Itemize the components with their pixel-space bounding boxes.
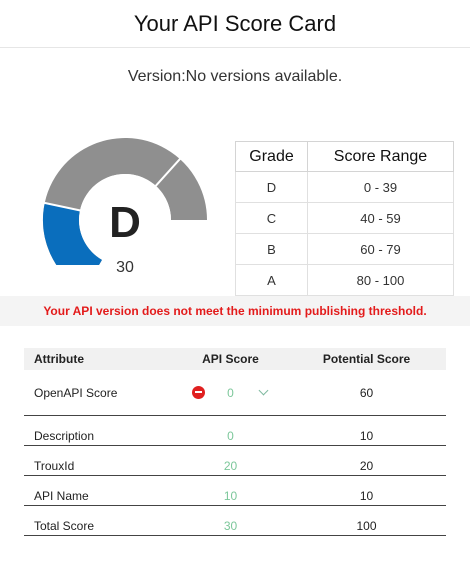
range-cell: 60 - 79	[307, 233, 454, 265]
potential-score: 10	[359, 428, 374, 443]
header: Your API Score Card	[0, 0, 470, 48]
version-line: Version:No versions available.	[0, 68, 470, 86]
potential-score-header: Potential Score	[322, 352, 411, 366]
potential-score: 60	[359, 385, 374, 400]
api-score-value: 0	[227, 385, 234, 400]
range-cell: 40 - 59	[307, 202, 454, 234]
api-score-header: API Score	[202, 352, 259, 366]
attribute-name: Total Score	[34, 518, 95, 533]
minus-circle-icon	[192, 385, 205, 399]
range-header: Score Range	[307, 141, 454, 172]
grade-table: Grade Score Range D0 - 39 C 40 - 59 B 60 -…	[235, 141, 454, 296]
grade-row: A 80 - 100	[235, 264, 454, 296]
range-cell: 0 - 39	[307, 171, 454, 203]
grade-row: C 40 - 59	[235, 202, 454, 234]
api-score: 0	[227, 428, 234, 443]
attribute-name: Description	[34, 428, 95, 443]
threshold-warning: Your API version does not meet the minim…	[0, 296, 470, 326]
table-row-openapi[interactable]: OpenAPI Score 0 60	[24, 370, 446, 416]
grade-row: B 60 - 79	[235, 233, 454, 265]
potential-score: 10	[359, 488, 374, 503]
table-row: API Name 10 10	[24, 476, 446, 506]
potential-score: 100	[356, 518, 377, 533]
gauge-score: 30	[116, 259, 134, 276]
range-cell: 80 - 100	[307, 264, 454, 296]
score-gauge: D 30	[40, 135, 212, 285]
grade-cell: D	[235, 171, 308, 203]
attribute-table-header: Attribute API Score Potential Score	[24, 348, 446, 370]
gauge-grade: D	[109, 198, 141, 247]
chevron-down-icon[interactable]	[258, 385, 269, 395]
potential-score: 20	[359, 458, 374, 473]
grade-cell: B	[235, 233, 308, 265]
attribute-name: API Name	[34, 488, 89, 503]
attribute-name: TrouxId	[34, 458, 75, 473]
api-score: 0	[174, 385, 287, 400]
grade-table-header: Grade Score Range	[235, 141, 454, 172]
attribute-table: Attribute API Score Potential Score Open…	[24, 348, 446, 536]
version-value: No versions available.	[185, 68, 343, 85]
api-score: 30	[223, 518, 238, 533]
api-score: 10	[223, 488, 238, 503]
attribute-name: OpenAPI Score	[34, 385, 118, 400]
table-row-total: Total Score 30 100	[24, 506, 446, 536]
grade-header: Grade	[235, 141, 308, 172]
table-row: TrouxId 20 20	[24, 446, 446, 476]
table-row: Description 0 10	[24, 416, 446, 446]
page-title: Your API Score Card	[133, 11, 337, 36]
grade-cell: C	[235, 202, 308, 234]
version-label: Version:	[127, 68, 186, 85]
grade-row: D0 - 39	[235, 171, 454, 203]
api-score: 20	[223, 458, 238, 473]
grade-cell: A	[235, 264, 308, 296]
attribute-header: Attribute	[34, 352, 84, 366]
